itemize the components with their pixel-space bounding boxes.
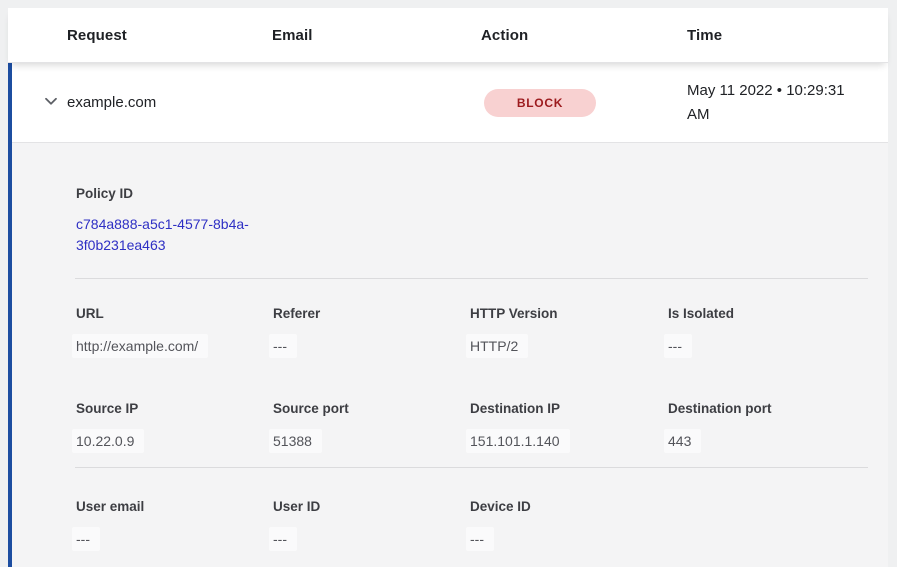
field-value: --- xyxy=(466,527,494,551)
log-table-card: Request Email Action Time example.com xyxy=(8,8,888,567)
request-details-section: URL http://example.com/ Referer --- HTTP… xyxy=(12,279,888,467)
row-detail-panel: Policy ID c784a888-a5c1-4577-8b4a-3f0b23… xyxy=(12,143,888,567)
action-block-badge: BLOCK xyxy=(484,89,596,117)
field-destination-ip: Destination IP 151.101.1.140 xyxy=(470,400,668,453)
log-row[interactable]: example.com BLOCK May 11 2022 • 10:29:31… xyxy=(12,63,888,143)
field-url: URL http://example.com/ xyxy=(76,305,273,358)
row-expand-toggle[interactable] xyxy=(40,92,62,114)
row-action-cell: BLOCK xyxy=(481,89,687,117)
field-value: 10.22.0.9 xyxy=(72,429,144,453)
expanded-row-group: example.com BLOCK May 11 2022 • 10:29:31… xyxy=(8,63,888,567)
field-label: User email xyxy=(76,498,273,516)
column-header-request: Request xyxy=(67,27,272,44)
empty-cell xyxy=(668,498,868,551)
field-value: --- xyxy=(269,527,297,551)
field-label: Destination port xyxy=(668,400,868,418)
policy-id-link[interactable]: c784a888-a5c1-4577-8b4a-3f0b231ea463 xyxy=(76,214,281,256)
field-label: Source IP xyxy=(76,400,273,418)
field-label: User ID xyxy=(273,498,470,516)
field-value: http://example.com/ xyxy=(72,334,208,358)
field-destination-port: Destination port 443 xyxy=(668,400,868,453)
field-label: Source port xyxy=(273,400,470,418)
chevron-down-icon xyxy=(42,92,60,113)
row-time-value: May 11 2022 • 10:29:31 AM xyxy=(687,79,888,127)
field-value: --- xyxy=(269,334,297,358)
field-label: HTTP Version xyxy=(470,305,668,323)
field-http-version: HTTP Version HTTP/2 xyxy=(470,305,668,358)
field-source-port: Source port 51388 xyxy=(273,400,470,453)
field-label: Destination IP xyxy=(470,400,668,418)
field-policy-id: Policy ID c784a888-a5c1-4577-8b4a-3f0b23… xyxy=(76,185,868,256)
field-source-ip: Source IP 10.22.0.9 xyxy=(76,400,273,453)
field-user-id: User ID --- xyxy=(273,498,470,551)
table-header-row: Request Email Action Time xyxy=(8,8,888,63)
field-label: Referer xyxy=(273,305,470,323)
field-label: Is Isolated xyxy=(668,305,868,323)
field-label: Device ID xyxy=(470,498,668,516)
field-value: --- xyxy=(664,334,692,358)
column-header-action: Action xyxy=(481,27,687,44)
policy-section: Policy ID c784a888-a5c1-4577-8b4a-3f0b23… xyxy=(12,143,888,278)
column-header-email: Email xyxy=(272,27,481,44)
field-value: --- xyxy=(72,527,100,551)
field-value: 151.101.1.140 xyxy=(466,429,570,453)
column-header-time: Time xyxy=(687,27,888,44)
field-device-id: Device ID --- xyxy=(470,498,668,551)
field-value: 443 xyxy=(664,429,701,453)
field-user-email: User email --- xyxy=(76,498,273,551)
field-label: URL xyxy=(76,305,273,323)
field-is-isolated: Is Isolated --- xyxy=(668,305,868,358)
log-viewer-screen: Request Email Action Time example.com xyxy=(0,0,897,567)
field-value: HTTP/2 xyxy=(466,334,528,358)
field-value: 51388 xyxy=(269,429,322,453)
field-referer: Referer --- xyxy=(273,305,470,358)
row-request-value: example.com xyxy=(67,94,272,111)
user-details-section: User email --- User ID --- Device ID --- xyxy=(12,468,888,561)
field-label: Policy ID xyxy=(76,185,868,203)
